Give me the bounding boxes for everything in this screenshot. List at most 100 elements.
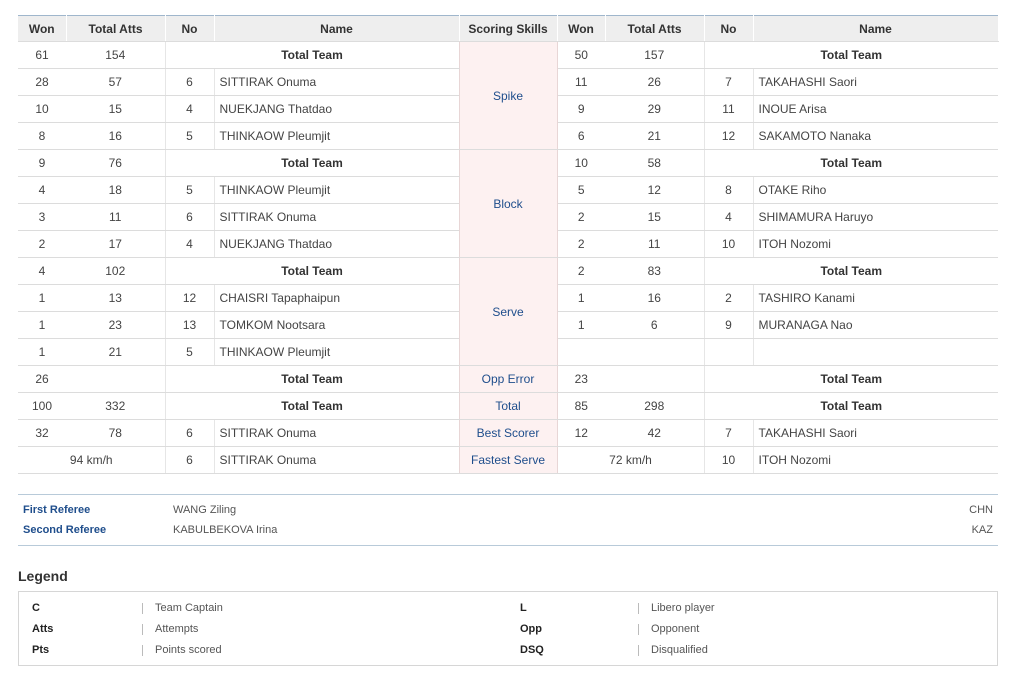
total-team-row: 4 102 Total Team Serve 2 83 Total Team bbox=[18, 257, 998, 366]
player-number: 11 bbox=[704, 95, 754, 123]
opp-error-row: 26 Total Team Opp Error 23 Total Team bbox=[18, 365, 998, 393]
legend-key: Atts bbox=[32, 623, 54, 635]
won-cell: 2 bbox=[557, 230, 605, 258]
second-referee-country: KAZ bbox=[971, 524, 993, 536]
player-number: 12 bbox=[165, 284, 215, 312]
player-number: 5 bbox=[165, 338, 215, 366]
atts-cell: 6 bbox=[605, 311, 705, 339]
atts-cell: 157 bbox=[605, 41, 705, 69]
fastest-serve-row: 94 km/h 6 SITTIRAK Onuma Fastest Serve 72 km… bbox=[18, 446, 998, 474]
legend-value: Disqualified bbox=[651, 644, 708, 656]
won-cell: 1 bbox=[557, 284, 605, 312]
atts-cell: 12 bbox=[605, 176, 705, 204]
player-number: 12 bbox=[704, 122, 754, 150]
player-name: THINKAOW Pleumjit bbox=[214, 176, 459, 204]
won-cell: 6 bbox=[557, 122, 605, 150]
won-cell: 100 bbox=[18, 392, 66, 420]
legend-separator bbox=[142, 624, 143, 635]
atts-cell: 83 bbox=[605, 257, 705, 285]
player-number: 2 bbox=[704, 284, 754, 312]
first-referee-row: First Referee WANG Ziling CHN bbox=[18, 504, 998, 520]
player-name: SITTIRAK Onuma bbox=[214, 419, 459, 447]
player-name: SITTIRAK Onuma bbox=[214, 446, 459, 474]
player-number: 5 bbox=[165, 176, 215, 204]
player-name: ITOH Nozomi bbox=[753, 230, 998, 258]
atts-cell: 11 bbox=[605, 230, 705, 258]
won-cell: 4 bbox=[18, 176, 66, 204]
player-name: CHAISRI Tapaphaipun bbox=[214, 284, 459, 312]
atts-cell: 102 bbox=[66, 257, 166, 285]
atts-cell: 15 bbox=[605, 203, 705, 231]
player-number: 9 bbox=[704, 311, 754, 339]
scoring-skills-table: Won Total Atts No Name Scoring Skills Wo… bbox=[18, 15, 999, 474]
won-cell: 10 bbox=[557, 149, 605, 177]
header-scoring-skills: Scoring Skills bbox=[459, 15, 558, 42]
player-number bbox=[704, 338, 754, 366]
atts-cell: 76 bbox=[66, 149, 166, 177]
serve-speed: 94 km/h bbox=[18, 446, 166, 474]
atts-cell: 18 bbox=[66, 176, 166, 204]
total-team-label: Total Team bbox=[704, 257, 998, 285]
header-name-left: Name bbox=[214, 15, 460, 42]
player-number: 6 bbox=[165, 419, 215, 447]
header-no-left: No bbox=[165, 15, 215, 42]
legend-key: Pts bbox=[32, 644, 50, 656]
second-referee-label: Second Referee bbox=[23, 524, 107, 536]
total-team-label: Total Team bbox=[165, 392, 459, 420]
legend-value: Libero player bbox=[651, 602, 715, 614]
player-number: 4 bbox=[704, 203, 754, 231]
player-name: OTAKE Riho bbox=[753, 176, 998, 204]
atts-cell: 13 bbox=[66, 284, 166, 312]
won-cell: 1 bbox=[557, 311, 605, 339]
won-cell: 5 bbox=[557, 176, 605, 204]
second-referee-row: Second Referee KABULBEKOVA Irina KAZ bbox=[18, 524, 998, 540]
won-cell: 50 bbox=[557, 41, 605, 69]
legend-key: L bbox=[520, 602, 527, 614]
legend-title: Legend bbox=[18, 568, 68, 584]
header-won-right: Won bbox=[557, 15, 606, 42]
atts-cell: 58 bbox=[605, 149, 705, 177]
won-cell: 9 bbox=[18, 149, 66, 177]
player-name: TASHIRO Kanami bbox=[753, 284, 998, 312]
player-name: INOUE Arisa bbox=[753, 95, 998, 123]
atts-cell: 57 bbox=[66, 68, 166, 96]
won-cell: 23 bbox=[557, 365, 605, 393]
serve-speed: 72 km/h bbox=[557, 446, 705, 474]
won-cell: 2 bbox=[557, 257, 605, 285]
skill-label-opp-error: Opp Error bbox=[458, 365, 558, 393]
total-team-row: 9 76 Total Team Block 10 58 Total Team bbox=[18, 149, 998, 258]
won-cell: 10 bbox=[18, 95, 66, 123]
header-atts-left: Total Atts bbox=[66, 15, 166, 42]
header-no-right: No bbox=[704, 15, 754, 42]
first-referee-name: WANG Ziling bbox=[173, 504, 237, 516]
won-cell: 1 bbox=[18, 284, 66, 312]
legend-value: Opponent bbox=[651, 623, 700, 635]
table-body: 61 154 Total Team Spike 50 157 Total Team 28 57 6… bbox=[18, 41, 998, 474]
won-cell: 61 bbox=[18, 41, 66, 69]
player-number: 4 bbox=[165, 230, 215, 258]
empty-cell bbox=[605, 365, 705, 393]
legend-separator bbox=[142, 603, 143, 614]
header-won-left: Won bbox=[18, 15, 67, 42]
atts-cell: 298 bbox=[605, 392, 705, 420]
atts-cell: 332 bbox=[66, 392, 166, 420]
legend-value: Points scored bbox=[155, 644, 222, 656]
player-number: 7 bbox=[704, 419, 754, 447]
atts-cell bbox=[605, 338, 705, 366]
total-team-label: Total Team bbox=[704, 41, 998, 69]
second-referee-name: KABULBEKOVA Irina bbox=[173, 524, 278, 536]
first-referee-country: CHN bbox=[969, 504, 993, 516]
player-number: 6 bbox=[165, 68, 215, 96]
player-number: 13 bbox=[165, 311, 215, 339]
legend-separator bbox=[638, 603, 639, 614]
won-cell: 1 bbox=[18, 311, 66, 339]
legend-key: Opp bbox=[520, 623, 542, 635]
player-number: 6 bbox=[165, 203, 215, 231]
player-name: TAKAHASHI Saori bbox=[753, 419, 998, 447]
legend-separator bbox=[638, 624, 639, 635]
player-number: 10 bbox=[704, 230, 754, 258]
player-number: 6 bbox=[165, 446, 215, 474]
won-cell: 2 bbox=[557, 203, 605, 231]
total-team-label: Total Team bbox=[165, 41, 459, 69]
player-name: SHIMAMURA Haruyo bbox=[753, 203, 998, 231]
